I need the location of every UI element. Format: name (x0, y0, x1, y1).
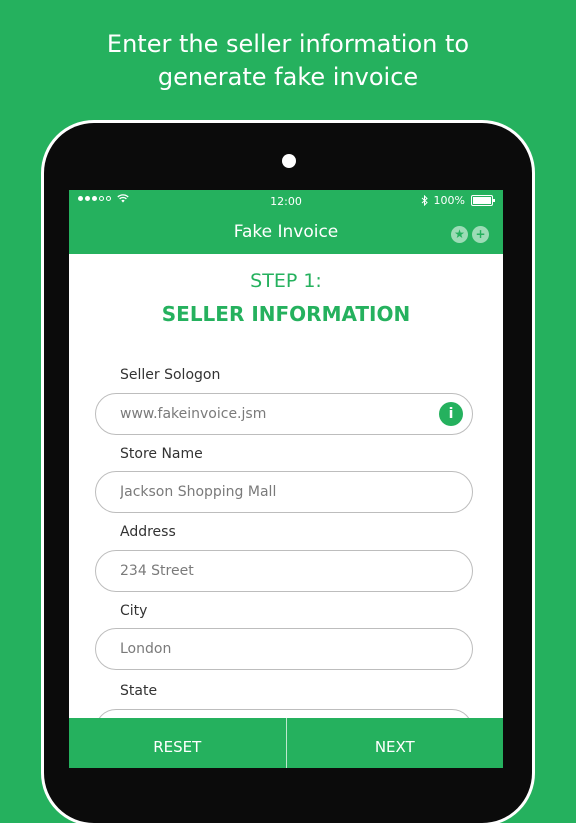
promo-headline: Enter the seller information to generate… (0, 28, 576, 94)
headline-line-1: Enter the seller information to (106, 30, 470, 58)
seller-slogan-label: Seller Sologon (120, 367, 221, 383)
city-input[interactable] (95, 628, 473, 670)
section-title: SELLER INFORMATION (161, 302, 411, 326)
state-label: State (120, 683, 158, 699)
nav-icons: ★ + (451, 226, 489, 243)
status-bar: 12:00 100% (69, 190, 503, 212)
status-right: 100% (421, 194, 495, 207)
star-icon[interactable]: ★ (451, 226, 468, 243)
address-label: Address (120, 524, 176, 540)
bottom-action-bar: RESET NEXT (69, 718, 503, 768)
next-button[interactable]: NEXT (287, 718, 504, 768)
seller-slogan-input[interactable] (95, 393, 473, 435)
address-input[interactable] (95, 550, 473, 592)
bluetooth-icon (421, 195, 428, 206)
battery-percent: 100% (433, 194, 465, 207)
store-name-label: Store Name (120, 446, 203, 462)
plus-icon[interactable]: + (472, 226, 489, 243)
nav-title: Fake Invoice (233, 222, 339, 242)
headline-line-2: generate fake invoice (157, 63, 419, 91)
battery-icon (471, 195, 495, 206)
app-screen: 12:00 100% Fake Invoice ★ + STEP 1: SELL… (69, 190, 503, 768)
step-label: STEP 1: (250, 270, 322, 292)
store-name-input[interactable] (95, 471, 473, 513)
city-label: City (120, 603, 148, 619)
nav-bar: Fake Invoice ★ + (69, 212, 503, 254)
camera-icon (282, 154, 296, 168)
info-icon[interactable]: i (439, 402, 463, 426)
reset-button[interactable]: RESET (69, 718, 287, 768)
